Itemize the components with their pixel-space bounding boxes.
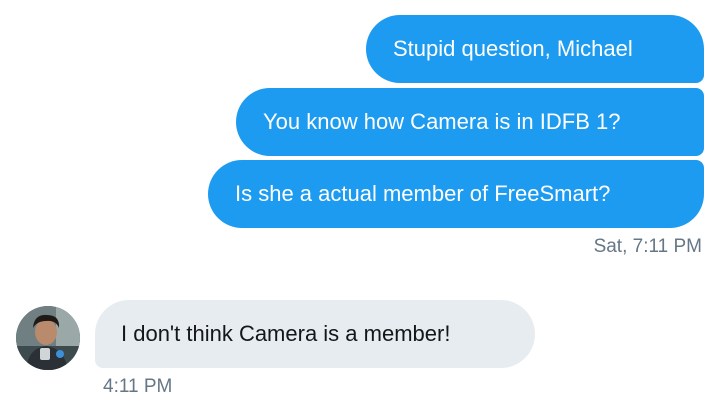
message-text: You know how Camera is in IDFB 1? <box>263 109 621 134</box>
message-text: Stupid question, Michael <box>393 36 633 61</box>
message-text: I don't think Camera is a member! <box>121 321 451 346</box>
outgoing-message[interactable]: You know how Camera is in IDFB 1? <box>236 88 704 156</box>
outgoing-message[interactable]: Stupid question, Michael <box>366 15 704 83</box>
outgoing-message[interactable]: Is she a actual member of FreeSmart? <box>208 160 704 228</box>
message-timestamp: 4:11 PM <box>103 376 173 397</box>
avatar[interactable] <box>16 306 80 370</box>
message-timestamp: Sat, 7:11 PM <box>593 236 702 257</box>
message-text: Is she a actual member of FreeSmart? <box>235 181 611 206</box>
avatar-image <box>16 306 80 370</box>
incoming-message[interactable]: I don't think Camera is a member! <box>95 300 535 368</box>
